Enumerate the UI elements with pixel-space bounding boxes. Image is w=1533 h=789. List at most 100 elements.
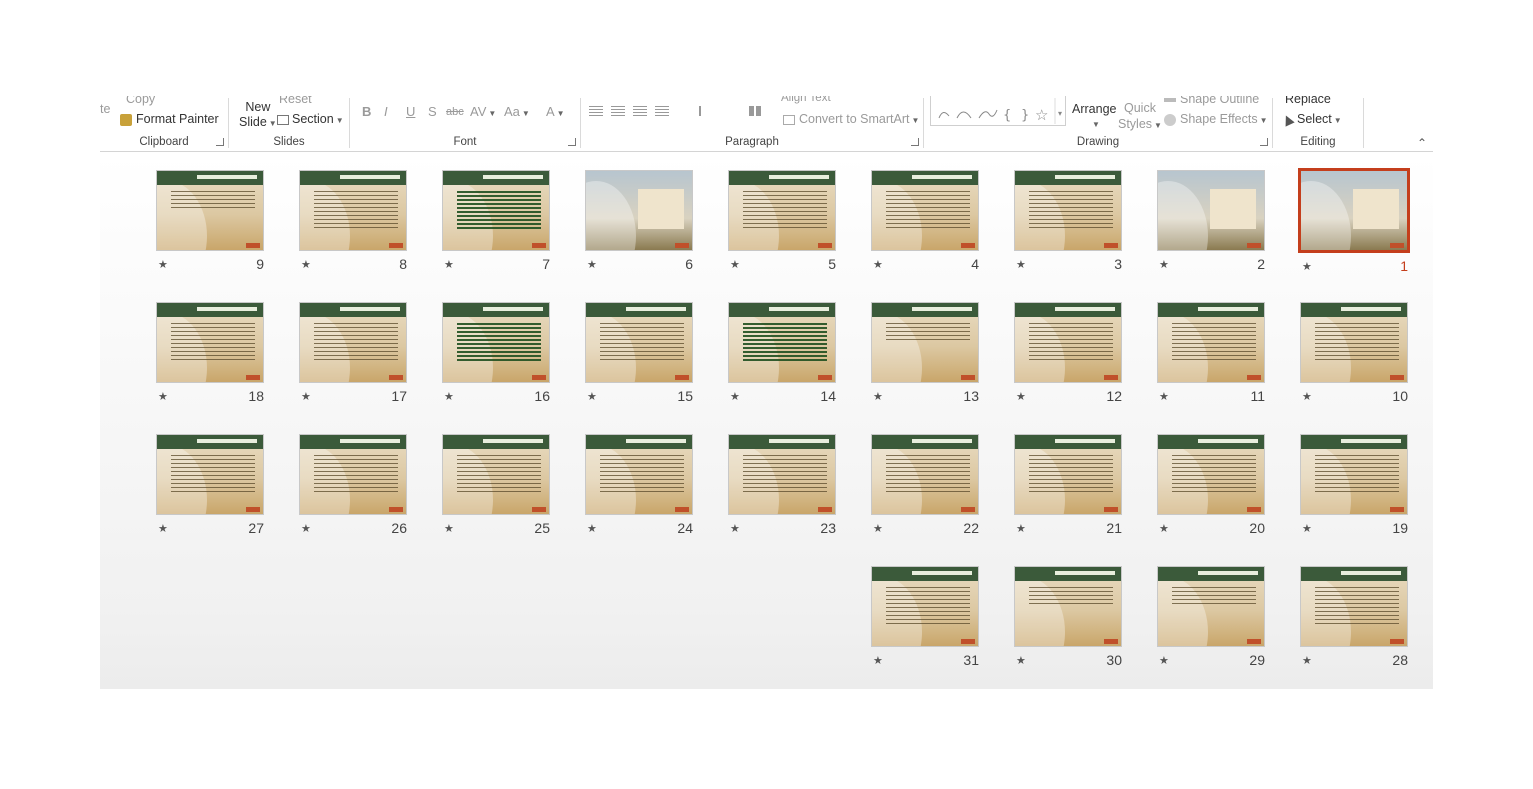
shapes-gallery[interactable]: { } ☆ ▾	[930, 96, 1066, 126]
clipboard-launcher-icon[interactable]	[216, 138, 224, 146]
slide-preview[interactable]	[442, 302, 550, 383]
text-direction-icon[interactable]	[699, 106, 711, 116]
slide-preview[interactable]	[1014, 170, 1122, 251]
quick-styles-button[interactable]: Quick Styles ▼	[1118, 100, 1162, 134]
slide-thumbnail[interactable]: ★ 12	[1014, 302, 1124, 409]
slide-thumbnail[interactable]: ★ 6	[585, 170, 695, 277]
paragraph-launcher-icon[interactable]	[911, 138, 919, 146]
animation-star-icon[interactable]: ★	[1159, 258, 1169, 271]
animation-star-icon[interactable]: ★	[873, 258, 883, 271]
arrange-button[interactable]: Arrange	[1072, 102, 1116, 116]
slide-thumbnail[interactable]: ★ 3	[1014, 170, 1124, 277]
slide-thumbnail[interactable]: ★ 14	[728, 302, 838, 409]
slide-preview[interactable]	[871, 434, 979, 515]
animation-star-icon[interactable]: ★	[301, 258, 311, 271]
slide-thumbnail[interactable]: ★ 8	[299, 170, 409, 277]
slide-preview[interactable]	[585, 170, 693, 251]
drawing-launcher-icon[interactable]	[1260, 138, 1268, 146]
slide-thumbnail[interactable]: ★ 7	[442, 170, 552, 277]
section-button[interactable]: Section ▼	[277, 112, 344, 126]
change-case-button[interactable]: Aa ▼	[504, 104, 530, 119]
slide-preview[interactable]	[585, 302, 693, 383]
animation-star-icon[interactable]: ★	[1302, 260, 1312, 273]
slide-preview[interactable]	[1298, 168, 1410, 253]
slide-preview[interactable]	[728, 302, 836, 383]
animation-star-icon[interactable]: ★	[1302, 654, 1312, 667]
animation-star-icon[interactable]: ★	[158, 390, 168, 403]
slide-preview[interactable]	[299, 434, 407, 515]
slide-preview[interactable]	[156, 302, 264, 383]
slide-thumbnail[interactable]: ★ 22	[871, 434, 981, 541]
animation-star-icon[interactable]: ★	[444, 522, 454, 535]
shape-outline-button[interactable]: Shape Outline	[1164, 96, 1259, 106]
slide-preview[interactable]	[871, 302, 979, 383]
align-center-icon[interactable]	[611, 106, 625, 116]
collapse-ribbon-icon[interactable]: ⌃	[1417, 136, 1427, 150]
justify-icon[interactable]	[655, 106, 669, 116]
align-right-icon[interactable]	[633, 106, 647, 116]
format-painter-button[interactable]: Format Painter	[120, 112, 219, 126]
align-left-icon[interactable]	[589, 106, 603, 116]
slide-thumbnail[interactable]: ★ 20	[1157, 434, 1267, 541]
convert-smartart-button[interactable]: Convert to SmartArt ▼	[783, 112, 919, 126]
select-button[interactable]: Select ▼	[1281, 112, 1342, 127]
slide-thumbnail[interactable]: ★ 18	[156, 302, 266, 409]
slide-preview[interactable]	[1014, 434, 1122, 515]
replace-button[interactable]: Replace	[1285, 96, 1331, 106]
slide-preview[interactable]	[1157, 302, 1265, 383]
slide-thumbnail[interactable]: ★ 5	[728, 170, 838, 277]
slide-thumbnail[interactable]: ★ 31	[871, 566, 981, 673]
slide-thumbnail[interactable]: ★ 16	[442, 302, 552, 409]
slide-preview[interactable]	[1157, 434, 1265, 515]
new-slide-button[interactable]: New Slide ▼	[239, 100, 277, 131]
animation-star-icon[interactable]: ★	[1016, 390, 1026, 403]
animation-star-icon[interactable]: ★	[873, 654, 883, 667]
shape-effects-button[interactable]: Shape Effects ▼	[1164, 112, 1268, 126]
slide-thumbnail[interactable]: ★ 28	[1300, 566, 1410, 673]
slide-sorter[interactable]: ★ 1 ★ 2 ★ 3 ★ 4 ★ 5 ★ 6 ★ 7 ★ 8 ★ 9 ★ 10 ★ 11 ★ 12 ★ 13 ★ 14 ★ 15 ★ 16 ★…	[100, 153, 1433, 689]
font-launcher-icon[interactable]	[568, 138, 576, 146]
shadow-button[interactable]: S	[428, 104, 437, 119]
animation-star-icon[interactable]: ★	[1159, 522, 1169, 535]
slide-thumbnail[interactable]: ★ 25	[442, 434, 552, 541]
animation-star-icon[interactable]: ★	[1016, 258, 1026, 271]
animation-star-icon[interactable]: ★	[587, 258, 597, 271]
slide-preview[interactable]	[156, 434, 264, 515]
slide-thumbnail[interactable]: ★ 19	[1300, 434, 1410, 541]
slide-preview[interactable]	[299, 302, 407, 383]
slide-preview[interactable]	[1014, 302, 1122, 383]
animation-star-icon[interactable]: ★	[587, 390, 597, 403]
slide-thumbnail[interactable]: ★ 29	[1157, 566, 1267, 673]
slide-preview[interactable]	[728, 434, 836, 515]
slide-thumbnail[interactable]: ★ 1	[1298, 168, 1410, 279]
slide-thumbnail[interactable]: ★ 30	[1014, 566, 1124, 673]
bold-button[interactable]: B	[362, 104, 371, 119]
slide-preview[interactable]	[1300, 302, 1408, 383]
slide-preview[interactable]	[585, 434, 693, 515]
slide-preview[interactable]	[1157, 170, 1265, 251]
animation-star-icon[interactable]: ★	[301, 522, 311, 535]
strikethrough-button[interactable]: abc	[446, 106, 464, 118]
slide-preview[interactable]	[299, 170, 407, 251]
animation-star-icon[interactable]: ★	[1016, 654, 1026, 667]
animation-star-icon[interactable]: ★	[730, 390, 740, 403]
slide-preview[interactable]	[156, 170, 264, 251]
slide-preview[interactable]	[871, 170, 979, 251]
character-spacing-button[interactable]: AV ▼	[470, 104, 496, 119]
animation-star-icon[interactable]: ★	[587, 522, 597, 535]
slide-thumbnail[interactable]: ★ 27	[156, 434, 266, 541]
animation-star-icon[interactable]: ★	[158, 522, 168, 535]
slide-preview[interactable]	[871, 566, 979, 647]
animation-star-icon[interactable]: ★	[158, 258, 168, 271]
slide-thumbnail[interactable]: ★ 17	[299, 302, 409, 409]
animation-star-icon[interactable]: ★	[730, 522, 740, 535]
slide-thumbnail[interactable]: ★ 13	[871, 302, 981, 409]
slide-thumbnail[interactable]: ★ 15	[585, 302, 695, 409]
slide-thumbnail[interactable]: ★ 9	[156, 170, 266, 277]
underline-button[interactable]: U	[406, 104, 415, 119]
animation-star-icon[interactable]: ★	[1302, 390, 1312, 403]
animation-star-icon[interactable]: ★	[444, 258, 454, 271]
slide-thumbnail[interactable]: ★ 4	[871, 170, 981, 277]
slide-thumbnail[interactable]: ★ 23	[728, 434, 838, 541]
align-text-button[interactable]: Align Text	[781, 96, 831, 104]
